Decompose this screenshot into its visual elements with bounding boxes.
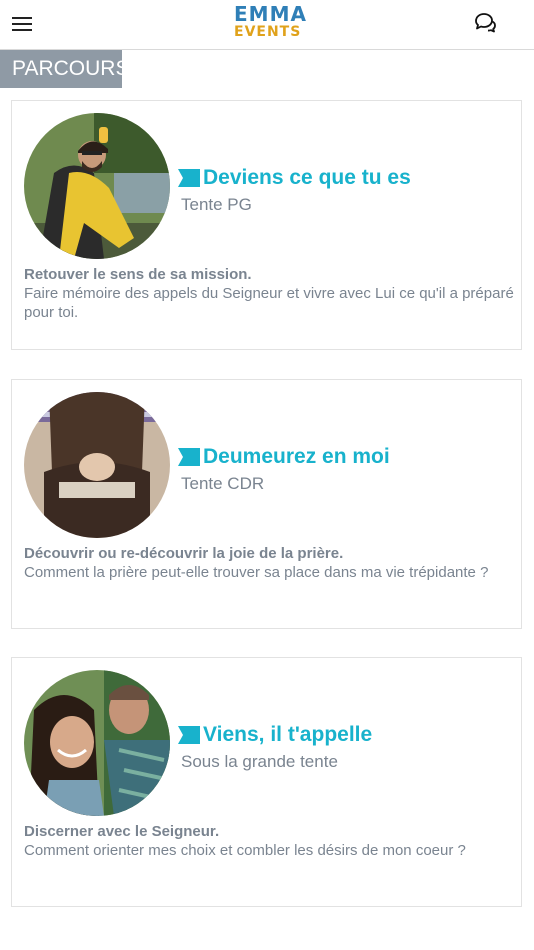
bookmark-flag-icon bbox=[178, 448, 200, 466]
bookmark-flag-icon bbox=[178, 726, 200, 744]
chat-bubbles-icon[interactable] bbox=[473, 12, 497, 34]
card-title-row: Viens, il t'appelle bbox=[178, 722, 372, 748]
card-title: Deviens ce que tu es bbox=[203, 166, 411, 189]
card-lead: Retouver le sens de sa mission. bbox=[24, 266, 252, 283]
card-title-row: Deumeurez en moi bbox=[178, 444, 390, 470]
parcours-card-2[interactable]: Deumeurez en moi Tente CDR Découvrir ou … bbox=[11, 379, 522, 629]
card-title-row: Deviens ce que tu es bbox=[178, 165, 411, 191]
parcours-card-3[interactable]: Viens, il t'appelle Sous la grande tente… bbox=[11, 657, 522, 907]
hamburger-menu-icon[interactable] bbox=[12, 17, 32, 31]
parcours-card-1[interactable]: Deviens ce que tu es Tente PG Retouver l… bbox=[11, 100, 522, 350]
card-lead: Découvrir ou re-découvrir la joie de la … bbox=[24, 545, 344, 562]
card-text: Comment la prière peut-elle trouver sa p… bbox=[24, 564, 489, 581]
card-text: Faire mémoire des appels du Seigneur et … bbox=[24, 285, 514, 321]
card-title: Deumeurez en moi bbox=[203, 445, 390, 468]
card-subtitle: Tente PG bbox=[181, 195, 252, 214]
section-title: PARCOURS bbox=[0, 50, 129, 88]
logo-top-text: EMMA bbox=[234, 2, 307, 26]
card-subtitle: Sous la grande tente bbox=[181, 752, 338, 771]
bookmark-flag-icon bbox=[178, 169, 200, 187]
hiker-photo bbox=[24, 113, 170, 259]
couple-photo bbox=[24, 670, 170, 816]
card-description: Retouver le sens de sa mission. Faire mé… bbox=[24, 265, 516, 322]
praying-hands-photo bbox=[24, 392, 170, 538]
logo-bottom-text: EVENTS bbox=[234, 24, 302, 40]
card-lead: Discerner avec le Seigneur. bbox=[24, 823, 220, 840]
app-logo: EMMA EVENTS bbox=[234, 2, 307, 40]
card-subtitle: Tente CDR bbox=[181, 474, 265, 493]
card-description: Discerner avec le Seigneur. Comment orie… bbox=[24, 822, 516, 860]
card-text: Comment orienter mes choix et combler le… bbox=[24, 842, 466, 859]
card-title: Viens, il t'appelle bbox=[203, 723, 373, 746]
top-bar: EMMA EVENTS bbox=[0, 0, 534, 50]
card-description: Découvrir ou re-découvrir la joie de la … bbox=[24, 544, 516, 582]
